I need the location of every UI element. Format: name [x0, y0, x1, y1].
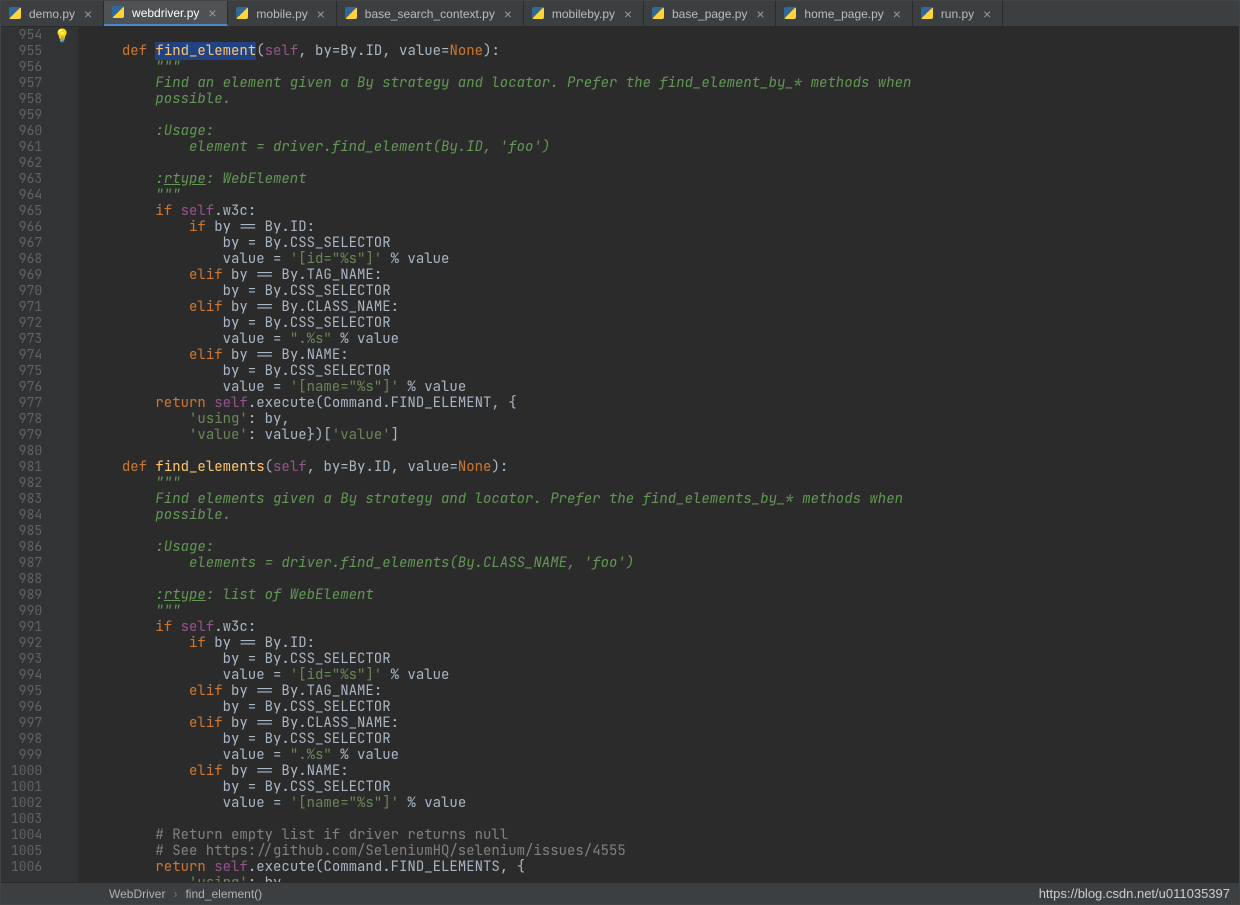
string-literal: '[name="%s"]' [290, 794, 399, 812]
breadcrumb-method[interactable]: find_element() [185, 887, 262, 901]
python-icon [652, 7, 666, 21]
paren: ( [256, 42, 264, 60]
code-text: % value [382, 250, 449, 268]
tab-webdriver[interactable]: webdriver.py × [104, 1, 228, 26]
string-literal: 'value' [189, 426, 248, 444]
close-icon[interactable]: × [314, 6, 328, 22]
docstring: elements = driver.find_elements(By.CLASS… [88, 554, 634, 572]
paren: ): [491, 458, 508, 476]
keyword-none: None [449, 42, 483, 60]
docstring: possible. [88, 90, 231, 108]
code-text: value = [88, 794, 290, 812]
python-icon [9, 7, 23, 21]
code-text: : value})[ [248, 426, 332, 444]
close-icon[interactable]: × [205, 5, 219, 21]
tab-label: home_page.py [804, 7, 883, 21]
fold-column: 💡 [52, 27, 78, 882]
python-icon [236, 7, 250, 21]
editor-area[interactable]: 954 955 956 957 958 959 960 961 962 963 … [1, 27, 1239, 882]
tab-base-search-context[interactable]: base_search_context.py × [337, 1, 524, 26]
tab-run[interactable]: run.py × [913, 1, 1003, 26]
tab-label: base_page.py [672, 7, 747, 21]
self-param: self [265, 42, 299, 60]
tab-mobileby[interactable]: mobileby.py × [524, 1, 644, 26]
tab-label: run.py [941, 7, 974, 21]
tab-label: webdriver.py [132, 6, 199, 20]
indent [88, 874, 189, 882]
close-icon[interactable]: × [890, 6, 904, 22]
docstring: element = driver.find_element(By.ID, 'fo… [88, 138, 550, 156]
string-literal: 'value' [332, 426, 391, 444]
tab-label: base_search_context.py [365, 7, 495, 21]
docstring: possible. [88, 506, 231, 524]
close-icon[interactable]: × [621, 6, 635, 22]
python-icon [345, 7, 359, 21]
close-icon[interactable]: × [753, 6, 767, 22]
code-editor[interactable]: def find_element(self, by=By.ID, value=N… [78, 27, 1239, 882]
tab-base-page[interactable]: base_page.py × [644, 1, 776, 26]
tab-demo[interactable]: demo.py × [1, 1, 104, 26]
tab-label: demo.py [29, 7, 75, 21]
intention-bulb-icon[interactable]: 💡 [54, 27, 70, 44]
python-icon [532, 7, 546, 21]
line-gutter: 954 955 956 957 958 959 960 961 962 963 … [1, 27, 52, 882]
docstring: : list of WebElement [206, 586, 374, 604]
chevron-right-icon: › [173, 887, 177, 901]
self-param: self [273, 458, 307, 476]
tab-label: mobileby.py [552, 7, 615, 21]
python-icon [784, 7, 798, 21]
paren: ): [483, 42, 500, 60]
watermark-text: https://blog.csdn.net/u011035397 [1039, 886, 1230, 901]
tab-home-page[interactable]: home_page.py × [776, 1, 912, 26]
tab-mobile[interactable]: mobile.py × [228, 1, 336, 26]
close-icon[interactable]: × [980, 6, 994, 22]
python-icon [112, 6, 126, 20]
code-text: % value [399, 794, 466, 812]
python-icon [921, 7, 935, 21]
string-literal: 'using' [189, 874, 248, 882]
code-text: % value [382, 666, 449, 684]
breadcrumb-class[interactable]: WebDriver [109, 887, 165, 901]
code-text: ] [391, 426, 399, 444]
params: , by=By.ID, value= [307, 458, 458, 476]
editor-tabs: demo.py × webdriver.py × mobile.py × base_s… [1, 1, 1239, 27]
keyword-none: None [458, 458, 492, 476]
close-icon[interactable]: × [81, 6, 95, 22]
paren: ( [265, 458, 273, 476]
code-text: : by, [248, 874, 290, 882]
params: , by=By.ID, value= [298, 42, 449, 60]
indent [88, 426, 189, 444]
tab-label: mobile.py [256, 7, 307, 21]
close-icon[interactable]: × [501, 6, 515, 22]
docstring: : WebElement [206, 170, 307, 188]
